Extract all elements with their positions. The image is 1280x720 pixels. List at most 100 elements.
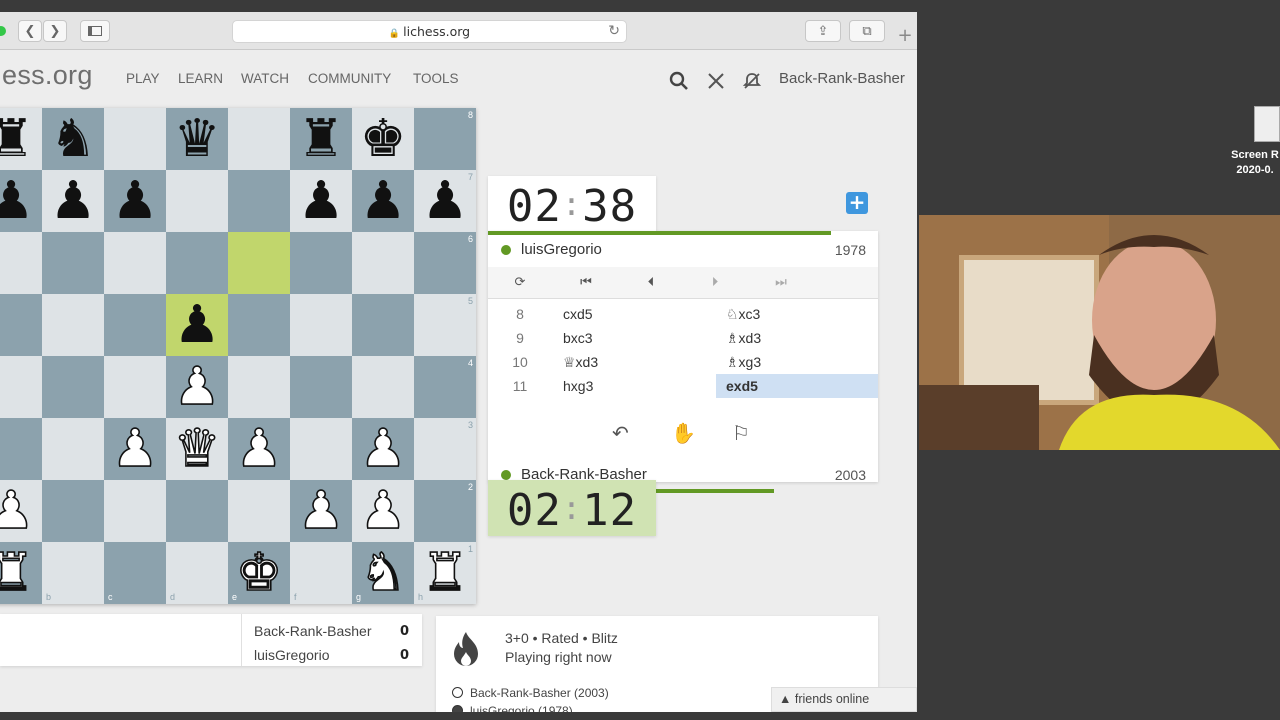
user-menu[interactable]: Back-Rank-Basher <box>779 70 905 87</box>
black-player-line[interactable]: luisGregorio (1978) <box>452 704 573 712</box>
square-d2[interactable] <box>166 480 228 542</box>
square-h8[interactable] <box>414 108 476 170</box>
square-h4[interactable] <box>414 356 476 418</box>
square-b4[interactable] <box>42 356 104 418</box>
desktop-file[interactable]: Screen R 2020-0. <box>1230 106 1280 178</box>
new-tab-button[interactable]: + <box>894 25 916 47</box>
black-piece-c7[interactable]: ♟ <box>104 170 166 232</box>
nav-watch[interactable]: WATCH <box>241 71 289 86</box>
nav-community[interactable]: COMMUNITY <box>308 71 391 86</box>
black-piece-a7[interactable]: ♟ <box>0 170 42 232</box>
white-player-line[interactable]: Back-Rank-Basher (2003) <box>452 686 609 700</box>
white-piece-g3[interactable]: ♟ <box>352 418 414 480</box>
square-e7[interactable] <box>228 170 290 232</box>
share-button[interactable]: ⇪ <box>805 20 841 42</box>
square-c1[interactable] <box>104 542 166 604</box>
takeback-button[interactable]: ↶ <box>612 421 629 445</box>
flip-board-button[interactable]: ⟳ <box>505 273 535 293</box>
square-e8[interactable] <box>228 108 290 170</box>
black-piece-f8[interactable]: ♜ <box>290 108 352 170</box>
square-e2[interactable] <box>228 480 290 542</box>
opponent-name[interactable]: luisGregorio <box>521 241 602 258</box>
black-piece-f7[interactable]: ♟ <box>290 170 352 232</box>
square-a5[interactable] <box>0 294 42 356</box>
square-h6[interactable] <box>414 232 476 294</box>
square-d1[interactable] <box>166 542 228 604</box>
black-piece-g7[interactable]: ♟ <box>352 170 414 232</box>
square-e5[interactable] <box>228 294 290 356</box>
crosstable-player-1[interactable]: Back-Rank-Basher <box>254 623 372 639</box>
white-move[interactable]: cxd5 <box>553 302 715 326</box>
black-move[interactable]: exd5 <box>716 374 878 398</box>
forward-button[interactable]: ❯ <box>43 20 67 42</box>
square-b3[interactable] <box>42 418 104 480</box>
square-a6[interactable] <box>0 232 42 294</box>
white-move[interactable]: hxg3 <box>553 374 715 398</box>
black-piece-h7[interactable]: ♟ <box>414 170 476 232</box>
square-c8[interactable] <box>104 108 166 170</box>
white-piece-d4[interactable]: ♟ <box>166 356 228 418</box>
last-move-button[interactable]: ⏭ <box>766 273 796 293</box>
white-piece-d3[interactable]: ♛ <box>166 418 228 480</box>
white-piece-g1[interactable]: ♞ <box>352 542 414 604</box>
black-piece-b8[interactable]: ♞ <box>42 108 104 170</box>
nav-play[interactable]: PLAY <box>126 71 160 86</box>
white-piece-h1[interactable]: ♜ <box>414 542 476 604</box>
black-piece-b7[interactable]: ♟ <box>42 170 104 232</box>
reload-icon[interactable]: ↻ <box>608 21 620 42</box>
square-c6[interactable] <box>104 232 166 294</box>
square-h3[interactable] <box>414 418 476 480</box>
square-d6[interactable] <box>166 232 228 294</box>
tabs-overview-button[interactable]: ⧉ <box>849 20 885 42</box>
square-c2[interactable] <box>104 480 166 542</box>
square-a4[interactable] <box>0 356 42 418</box>
white-move[interactable]: ♕xd3 <box>553 350 715 374</box>
first-move-button[interactable]: ⏮ <box>571 273 601 293</box>
chess-board[interactable]: ♜♞♛♜♚♟♟♟♟♟♟♟♟♟♛♟♟♟♟♟♜♚♞♜87654321abcdefgh <box>0 108 476 604</box>
white-piece-f2[interactable]: ♟ <box>290 480 352 542</box>
search-icon[interactable] <box>669 71 689 97</box>
white-piece-a2[interactable]: ♟ <box>0 480 42 542</box>
square-c4[interactable] <box>104 356 166 418</box>
resign-button[interactable]: ⚐ <box>732 421 750 445</box>
next-move-button[interactable]: ⏵ <box>700 273 730 293</box>
square-d7[interactable] <box>166 170 228 232</box>
notifications-muted-bell-icon[interactable] <box>742 71 762 97</box>
square-g6[interactable] <box>352 232 414 294</box>
square-b6[interactable] <box>42 232 104 294</box>
white-piece-a1[interactable]: ♜ <box>0 542 42 604</box>
black-piece-d8[interactable]: ♛ <box>166 108 228 170</box>
square-f1[interactable] <box>290 542 352 604</box>
prev-move-button[interactable]: ⏴ <box>636 273 666 293</box>
black-move[interactable]: ♘xc3 <box>716 302 878 326</box>
square-f6[interactable] <box>290 232 352 294</box>
square-h2[interactable] <box>414 480 476 542</box>
site-logo[interactable]: ess.org <box>2 60 93 91</box>
square-c5[interactable] <box>104 294 166 356</box>
white-piece-g2[interactable]: ♟ <box>352 480 414 542</box>
square-e4[interactable] <box>228 356 290 418</box>
back-button[interactable]: ❮ <box>18 20 42 42</box>
window-zoom-button[interactable] <box>0 26 6 36</box>
white-piece-c3[interactable]: ♟ <box>104 418 166 480</box>
black-move[interactable]: ♗xd3 <box>716 326 878 350</box>
nav-tools[interactable]: TOOLS <box>413 71 459 86</box>
square-g4[interactable] <box>352 356 414 418</box>
square-h5[interactable] <box>414 294 476 356</box>
black-piece-a8[interactable]: ♜ <box>0 108 42 170</box>
white-piece-e3[interactable]: ♟ <box>228 418 290 480</box>
black-piece-g8[interactable]: ♚ <box>352 108 414 170</box>
square-b5[interactable] <box>42 294 104 356</box>
address-bar[interactable]: 🔒 lichess.org ↻ <box>232 20 627 43</box>
black-move[interactable]: ♗xg3 <box>716 350 878 374</box>
square-e6[interactable] <box>228 232 290 294</box>
square-b1[interactable] <box>42 542 104 604</box>
square-g5[interactable] <box>352 294 414 356</box>
challenge-swords-icon[interactable] <box>706 71 726 97</box>
crosstable-player-2[interactable]: luisGregorio <box>254 647 329 663</box>
square-f3[interactable] <box>290 418 352 480</box>
square-f5[interactable] <box>290 294 352 356</box>
sidebar-toggle-button[interactable] <box>80 20 110 42</box>
friends-online-button[interactable]: ▲ friends online <box>771 687 917 712</box>
black-piece-d5[interactable]: ♟ <box>166 294 228 356</box>
